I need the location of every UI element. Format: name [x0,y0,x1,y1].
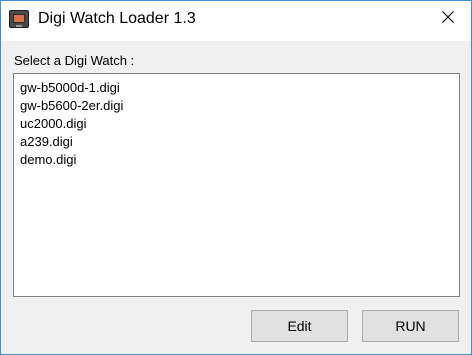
monitor-screen [13,14,25,23]
list-item[interactable]: gw-b5000d-1.digi [20,79,459,97]
monitor-icon [9,10,29,28]
list-item[interactable]: demo.digi [20,151,459,169]
list-item[interactable]: a239.digi [20,133,459,151]
close-button[interactable] [425,1,471,33]
app-window: Digi Watch Loader 1.3 Select a Digi Watc… [0,0,472,355]
select-watch-label: Select a Digi Watch : [14,53,135,68]
watch-listbox[interactable]: gw-b5000d-1.digi gw-b5600-2er.digi uc200… [13,73,460,297]
window-title: Digi Watch Loader 1.3 [38,10,196,27]
list-item[interactable]: uc2000.digi [20,115,459,133]
list-item[interactable]: gw-b5600-2er.digi [20,97,459,115]
edit-button[interactable]: Edit [251,310,348,342]
close-icon [442,11,454,23]
run-button[interactable]: RUN [362,310,459,342]
monitor-stand [16,25,22,27]
title-bar[interactable]: Digi Watch Loader 1.3 [1,1,471,41]
